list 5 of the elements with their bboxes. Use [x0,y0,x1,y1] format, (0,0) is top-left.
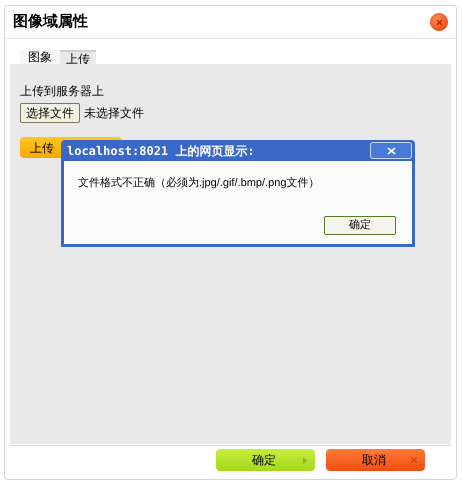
dialog-title: 图像域属性 [13,12,88,32]
file-status: 未选择文件 [84,105,144,122]
alert-title: localhost:8021 上的网页显示: [67,142,255,160]
upload-label: 上传到服务器上 [20,84,104,98]
alert-message: 文件格式不正确（必须为.jpg/.gif/.bmp/.png文件） [78,176,320,191]
